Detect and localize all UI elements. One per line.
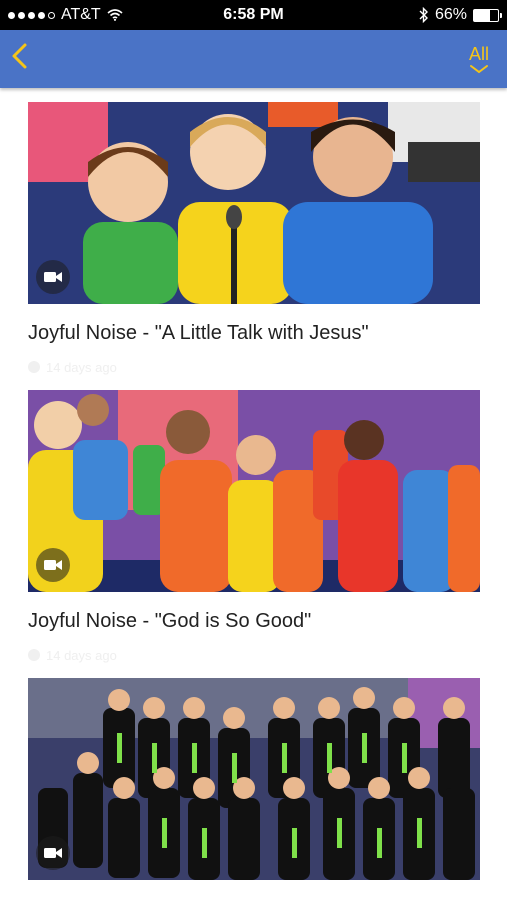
video-meta: 14 days ago xyxy=(28,646,480,664)
thumbnail-image xyxy=(28,102,480,304)
video-thumbnail[interactable] xyxy=(28,390,480,592)
video-card[interactable] xyxy=(28,678,480,880)
filter-all-button[interactable]: All xyxy=(463,44,495,84)
bluetooth-icon xyxy=(419,7,428,23)
chevron-left-icon xyxy=(12,43,27,69)
video-card[interactable]: Joyful Noise - "God is So Good" 14 days … xyxy=(28,390,480,664)
video-camera-icon xyxy=(36,836,70,870)
video-card[interactable]: Joyful Noise - "A Little Talk with Jesus… xyxy=(28,102,480,376)
nav-bar: All xyxy=(0,30,507,88)
video-camera-icon xyxy=(36,548,70,582)
clock-icon xyxy=(28,649,40,661)
video-age: 14 days ago xyxy=(46,647,117,663)
thumbnail-image xyxy=(28,390,480,592)
battery-percent: 66% xyxy=(434,6,467,23)
chevron-down-icon xyxy=(470,65,488,74)
video-feed: Joyful Noise - "A Little Talk with Jesus… xyxy=(28,102,480,880)
status-bar: AT&T 6:58 PM 66% xyxy=(0,0,507,30)
back-button[interactable] xyxy=(10,42,40,76)
video-camera-icon xyxy=(36,260,70,294)
thumbnail-image xyxy=(28,678,480,880)
battery-icon xyxy=(473,8,502,22)
status-right: 66% xyxy=(419,6,502,24)
video-meta: 14 days ago xyxy=(28,358,480,376)
video-age: 14 days ago xyxy=(46,359,117,375)
video-title[interactable]: Joyful Noise - "A Little Talk with Jesus… xyxy=(28,322,480,350)
video-thumbnail[interactable] xyxy=(28,678,480,880)
filter-label: All xyxy=(468,44,489,64)
video-title[interactable]: Joyful Noise - "God is So Good" xyxy=(28,610,480,638)
clock-icon xyxy=(28,361,40,373)
video-thumbnail[interactable] xyxy=(28,102,480,304)
